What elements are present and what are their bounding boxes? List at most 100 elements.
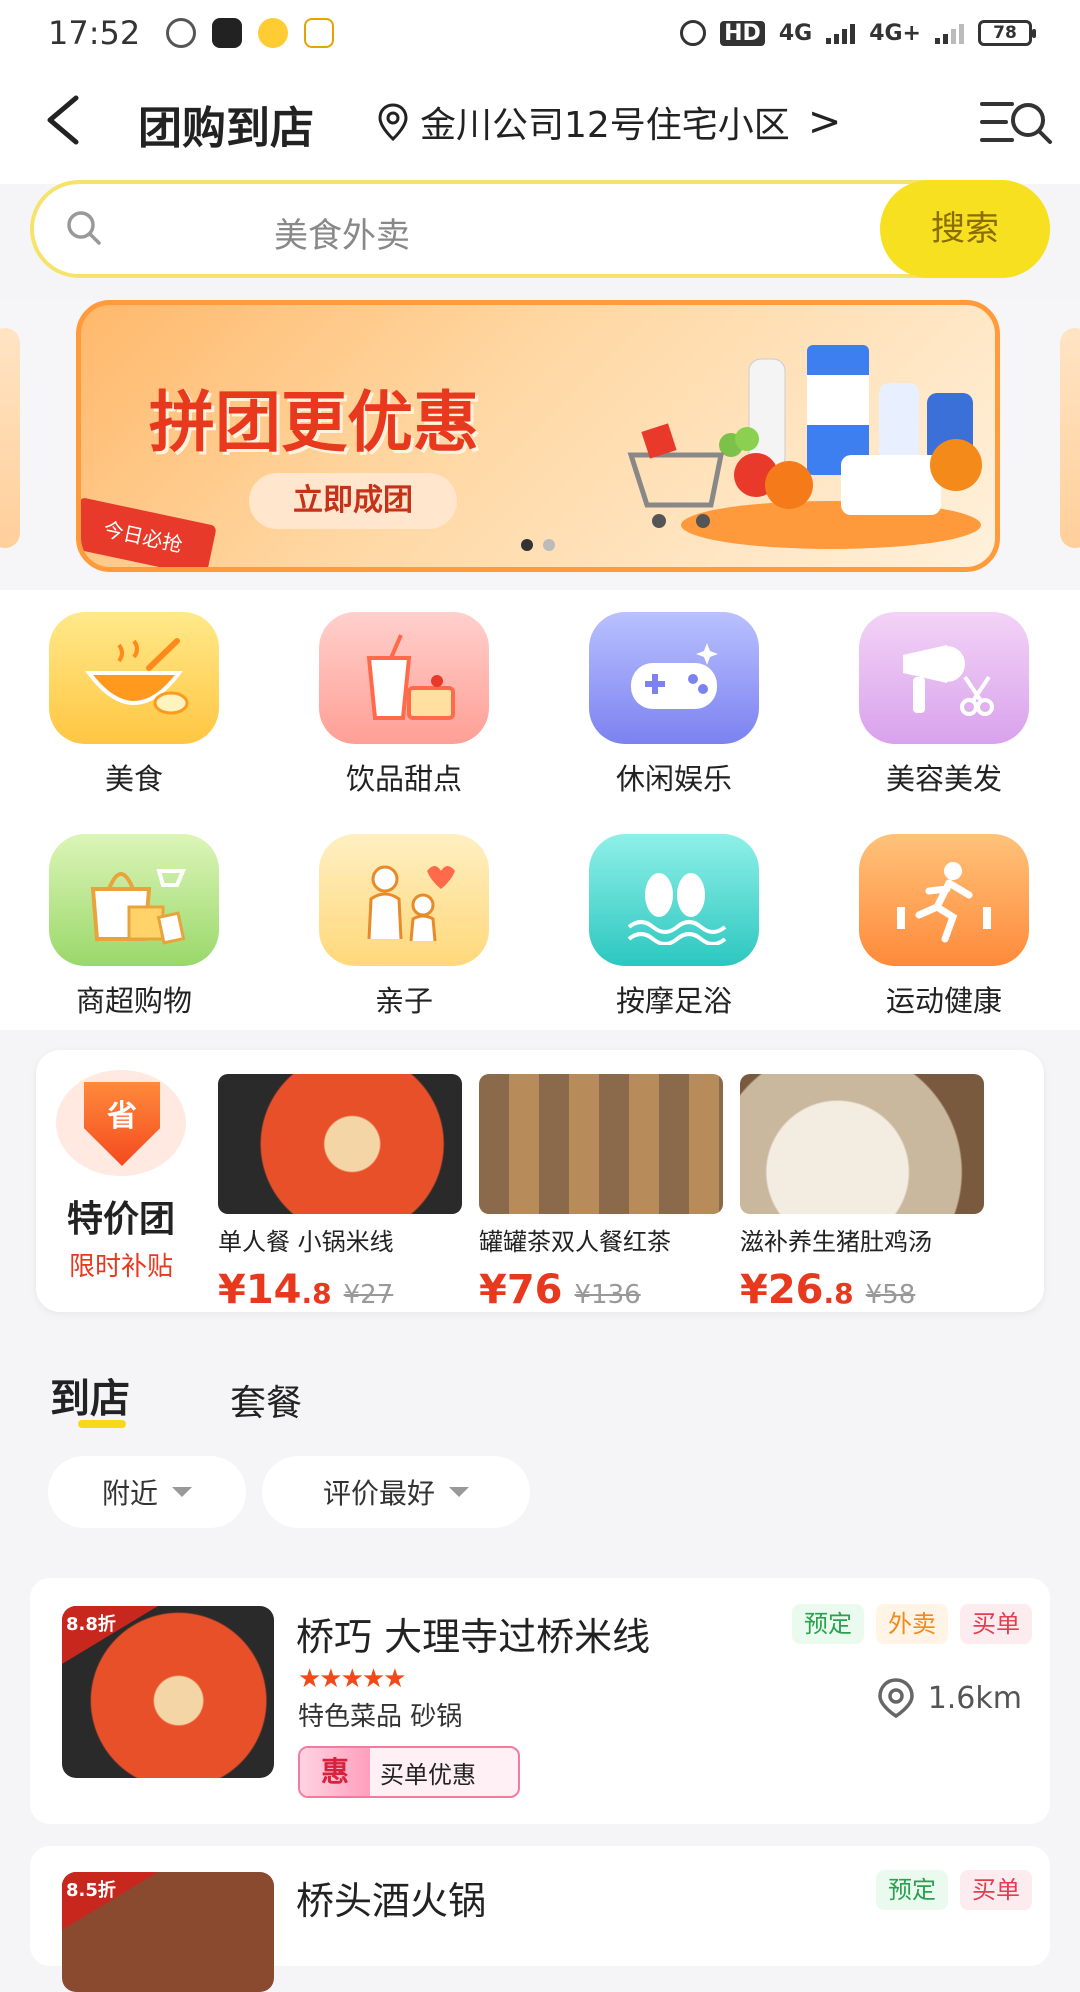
deals-subtitle: 限时补贴 <box>68 1252 173 1282</box>
category-grid: 美食 饮品甜点 休闲娱乐 美容美发 商超购物 亲子 按摩足浴 运动健康 <box>0 590 1080 1030</box>
deal-original-price: ¥58 <box>865 1280 916 1310</box>
network-hd-label: HD <box>720 20 765 46</box>
banner-carousel[interactable]: 拼团更优惠 立即成团 今日必抢 <box>0 300 1080 590</box>
badge-pay: 买单 <box>960 1870 1032 1910</box>
food-bowl-icon <box>84 638 189 715</box>
shop-card[interactable]: 8.8折 桥巧 大理寺过桥米线 ★★★★★ 特色菜品 砂锅 预定 外卖 买单 1… <box>30 1578 1050 1824</box>
deal-price: ¥76 <box>479 1267 563 1313</box>
network-4g-label: 4G <box>778 20 813 46</box>
footprints-icon <box>627 873 727 945</box>
category-label: 亲子 <box>374 984 433 1018</box>
filter-best-rated[interactable]: 评价最好 <box>262 1456 530 1528</box>
deal-name: 单人餐 小锅米线 <box>218 1228 394 1256</box>
deals-title: 特价团 <box>66 1199 175 1240</box>
category-label: 美容美发 <box>885 762 1002 796</box>
service-badges: 预定 买单 <box>876 1870 1032 1910</box>
groceries-illustration <box>627 345 982 549</box>
deal-name: 滋补养生猪肚鸡汤 <box>740 1228 932 1256</box>
notification-app-icon <box>166 18 197 48</box>
list-search-icon <box>980 102 1052 144</box>
discount-badge: 8.8折 <box>62 1606 158 1664</box>
deal-item[interactable]: 滋补养生猪肚鸡汤 ¥26.8 ¥58 <box>740 1074 984 1313</box>
parent-child-icon <box>367 865 455 942</box>
tab-in-store[interactable]: 到店 <box>50 1366 130 1424</box>
category-kids[interactable]: 亲子 <box>304 812 504 1018</box>
pay-discount-coupon[interactable]: 惠 买单优惠 <box>298 1746 520 1798</box>
banner-title: 拼团更优惠 <box>149 384 479 461</box>
shop-card[interactable]: 8.5折 桥头酒火锅 预定 买单 <box>30 1846 1050 1992</box>
tab-active-indicator <box>78 1420 126 1428</box>
category-beauty[interactable]: 美容美发 <box>844 590 1044 796</box>
rating-stars: ★★★★★ <box>298 1664 407 1694</box>
badge-delivery: 外卖 <box>876 1604 948 1644</box>
shop-image: 8.8折 <box>62 1606 274 1778</box>
deal-price: ¥14 <box>218 1267 302 1313</box>
coupon-label: 买单优惠 <box>380 1760 476 1789</box>
location-pin-icon <box>378 103 408 142</box>
carousel-indicator <box>521 539 555 551</box>
shop-tags: 特色菜品 砂锅 <box>298 1702 463 1732</box>
deal-image-chicken-soup <box>740 1074 984 1214</box>
special-deals-card[interactable]: 省 特价团 限时补贴 单人餐 小锅米线 ¥14.8 ¥27 罐罐茶双人餐红茶 ¥7… <box>36 1050 1044 1313</box>
back-button[interactable] <box>38 90 98 150</box>
search-button[interactable]: 搜索 <box>880 180 1050 278</box>
banner-next-card[interactable] <box>1060 328 1080 548</box>
drink-dessert-icon <box>366 634 455 720</box>
top-nav: 团购到店 金川公司12号住宅小区 > <box>0 66 1080 184</box>
caret-down-icon <box>449 1487 469 1497</box>
deal-item[interactable]: 单人餐 小锅米线 ¥14.8 ¥27 <box>218 1074 462 1313</box>
search-menu-button[interactable] <box>978 94 1054 150</box>
runner-icon <box>897 862 991 943</box>
save-badge-icon: 省 <box>56 1070 186 1176</box>
banner-cta-button[interactable]: 立即成团 <box>249 473 457 529</box>
search-bar[interactable]: 美食外卖 搜索 <box>30 180 1050 278</box>
page-title: 团购到店 <box>138 103 314 154</box>
filter-label: 评价最好 <box>322 1477 435 1510</box>
tab-packages[interactable]: 套餐 <box>230 1374 302 1426</box>
shop-name: 桥巧 大理寺过桥米线 <box>296 1615 651 1659</box>
deal-original-price: ¥136 <box>574 1280 641 1310</box>
promo-banner[interactable]: 拼团更优惠 立即成团 今日必抢 <box>76 300 1000 572</box>
chevron-left-icon <box>47 95 79 145</box>
badge-pay: 买单 <box>960 1604 1032 1644</box>
chevron-right-icon: > <box>807 99 842 145</box>
deal-item[interactable]: 罐罐茶双人餐红茶 ¥76 ¥136 <box>479 1074 723 1313</box>
deal-price-decimal: .8 <box>301 1277 332 1310</box>
deal-price: ¥26 <box>740 1267 824 1313</box>
category-leisure[interactable]: 休闲娱乐 <box>574 590 774 796</box>
discount-badge: 8.5折 <box>62 1872 158 1930</box>
filter-nearby[interactable]: 附近 <box>48 1456 246 1528</box>
category-label: 饮品甜点 <box>345 762 462 796</box>
signal-icon <box>826 22 856 44</box>
location-selector[interactable]: 金川公司12号住宅小区 > <box>376 96 841 148</box>
search-icon <box>67 211 101 245</box>
search-input[interactable]: 美食外卖 <box>274 208 410 257</box>
category-label: 休闲娱乐 <box>615 762 732 796</box>
location-text: 金川公司12号住宅小区 <box>420 105 790 146</box>
category-label: 运动健康 <box>885 984 1002 1018</box>
category-label: 按摩足浴 <box>615 984 732 1018</box>
category-food[interactable]: 美食 <box>34 590 234 796</box>
status-time: 17:52 <box>48 14 141 52</box>
hairdryer-scissors-icon <box>903 645 994 716</box>
banner-prev-card[interactable] <box>0 328 20 548</box>
coupon-icon: 惠 <box>300 1748 370 1796</box>
notification-app-icon <box>304 18 335 48</box>
network-4g-plus-label: 4G+ <box>869 20 921 46</box>
distance-text: 1.6km <box>927 1680 1022 1716</box>
deal-original-price: ¥27 <box>343 1280 394 1310</box>
alarm-icon <box>680 20 707 46</box>
badge-reserve: 预定 <box>876 1870 948 1910</box>
deal-image-tea-set <box>479 1074 723 1214</box>
save-badge-text: 省 <box>84 1082 160 1166</box>
gamepad-icon <box>631 643 718 709</box>
category-fitness[interactable]: 运动健康 <box>844 812 1044 1018</box>
caret-down-icon <box>172 1487 192 1497</box>
category-shopping[interactable]: 商超购物 <box>34 812 234 1018</box>
category-massage[interactable]: 按摩足浴 <box>574 812 774 1018</box>
status-bar: 17:52 HD 4G 4G+ 78 <box>0 0 1080 66</box>
weibo-icon <box>258 18 289 48</box>
category-drinks[interactable]: 饮品甜点 <box>304 590 504 796</box>
notification-app-icon <box>212 18 243 48</box>
filter-label: 附近 <box>101 1477 158 1510</box>
